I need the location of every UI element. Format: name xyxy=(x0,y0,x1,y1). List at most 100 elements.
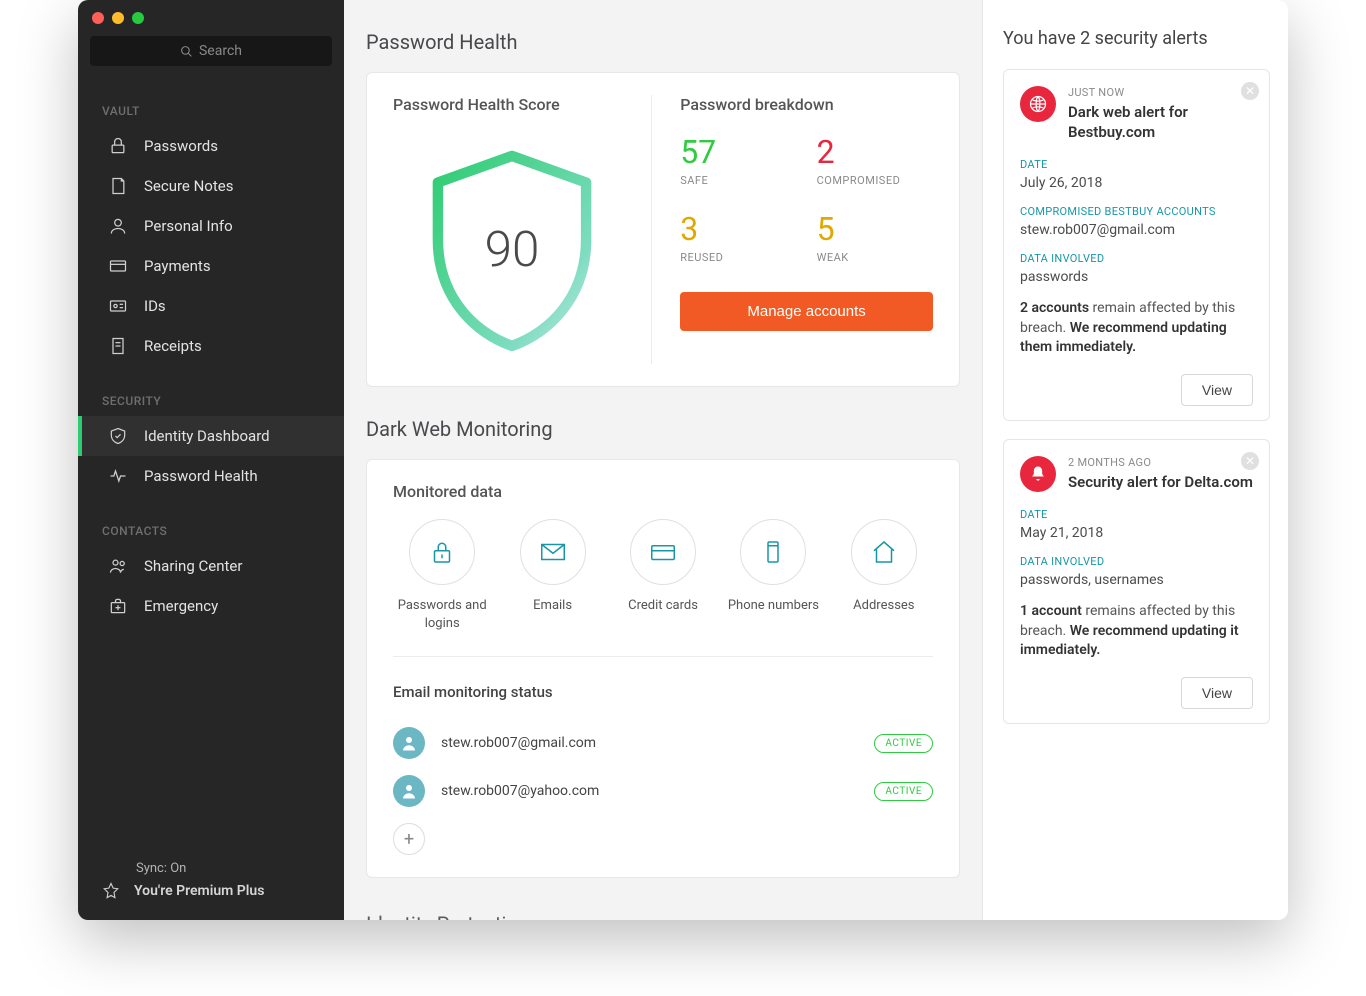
close-window-button[interactable] xyxy=(92,12,104,24)
person-icon xyxy=(400,782,418,800)
sidebar-item-payments[interactable]: Payments xyxy=(78,246,344,286)
alert-time: 2 MONTHS AGO xyxy=(1068,456,1253,469)
card-icon xyxy=(108,256,128,276)
alert-subject: Security alert for Delta.com xyxy=(1068,473,1253,493)
sidebar-item-label: Password Health xyxy=(144,467,258,485)
password-health-card: Password Health Score xyxy=(366,72,960,387)
alert-time: JUST NOW xyxy=(1068,86,1253,99)
close-icon[interactable]: ✕ xyxy=(1241,82,1259,100)
sidebar-item-secure-notes[interactable]: Secure Notes xyxy=(78,166,344,206)
mon-item-phone: Phone numbers xyxy=(724,519,822,632)
nav-header-security: SECURITY xyxy=(78,384,344,416)
minimize-window-button[interactable] xyxy=(112,12,124,24)
sidebar-item-label: Personal Info xyxy=(144,217,233,235)
star-icon xyxy=(102,882,120,900)
view-button[interactable]: View xyxy=(1181,374,1253,406)
sidebar-item-emergency[interactable]: Emergency xyxy=(78,586,344,626)
monitored-data-row: Passwords and logins Emails Credit cards… xyxy=(393,519,933,657)
alert-compromised-label: COMPROMISED BESTBUY ACCOUNTS xyxy=(1020,205,1253,218)
nav-header-vault: VAULT xyxy=(78,94,344,126)
content-column: Password Health Password Health Score xyxy=(344,0,982,920)
sidebar-item-password-health[interactable]: Password Health xyxy=(78,456,344,496)
add-email-button[interactable]: + xyxy=(393,823,425,855)
sidebar-item-identity-dashboard[interactable]: Identity Dashboard xyxy=(78,416,344,456)
nav-section-security: SECURITY Identity Dashboard Password Hea… xyxy=(78,372,344,502)
breakdown-reused: 3 REUSED xyxy=(680,213,796,264)
person-icon xyxy=(400,734,418,752)
breakdown-reused-label: REUSED xyxy=(680,251,796,264)
avatar xyxy=(393,775,425,807)
breakdown-safe-label: SAFE xyxy=(680,174,796,187)
search-input[interactable]: Search xyxy=(90,36,332,66)
search-placeholder: Search xyxy=(199,43,242,59)
window-controls xyxy=(78,0,344,30)
sidebar-item-receipts[interactable]: Receipts xyxy=(78,326,344,366)
dark-web-icon xyxy=(1020,86,1056,122)
alert-date: May 21, 2018 xyxy=(1020,525,1253,541)
nav-header-contacts: CONTACTS xyxy=(78,514,344,546)
sidebar-item-label: Receipts xyxy=(144,337,202,355)
alert-subject: Dark web alert for Bestbuy.com xyxy=(1068,103,1253,142)
password-breakdown-panel: Password breakdown 57 SAFE 2 COMPROMISED xyxy=(652,95,933,364)
manage-accounts-button[interactable]: Manage accounts xyxy=(680,292,933,331)
receipt-icon xyxy=(108,336,128,356)
alerts-panel: You have 2 security alerts ✕ JUST NOW Da… xyxy=(982,0,1288,920)
mon-item-credit-cards: Credit cards xyxy=(614,519,712,632)
phone-icon xyxy=(758,537,788,567)
mon-item-addresses: Addresses xyxy=(835,519,933,632)
sidebar-item-sharing-center[interactable]: Sharing Center xyxy=(78,546,344,586)
alert-msg-count: 2 accounts xyxy=(1020,300,1089,316)
email-address: stew.rob007@yahoo.com xyxy=(441,783,858,799)
health-score-value: 90 xyxy=(485,221,540,279)
people-icon xyxy=(108,556,128,576)
mon-circle xyxy=(520,519,586,585)
alert-data-label: DATA INVOLVED xyxy=(1020,252,1253,265)
breakdown-compromised-label: COMPROMISED xyxy=(817,174,933,187)
status-badge: ACTIVE xyxy=(874,734,933,753)
mon-label: Credit cards xyxy=(614,597,712,615)
email-row: stew.rob007@gmail.com ACTIVE xyxy=(393,719,933,767)
sidebar: Search VAULT Passwords Secure Notes Pers… xyxy=(78,0,344,920)
breakdown-safe: 57 SAFE xyxy=(680,136,796,187)
shield-icon xyxy=(108,426,128,446)
section-title-identity-protection: Identity Protection xyxy=(366,908,960,920)
mon-circle xyxy=(740,519,806,585)
breakdown-compromised: 2 COMPROMISED xyxy=(817,136,933,187)
note-icon xyxy=(108,176,128,196)
alert-date-label: DATE xyxy=(1020,158,1253,171)
alert-msg-count: 1 account xyxy=(1020,603,1082,619)
shield-icon: 90 xyxy=(417,144,607,354)
id-icon xyxy=(108,296,128,316)
home-icon xyxy=(869,537,899,567)
mon-item-passwords: Passwords and logins xyxy=(393,519,491,632)
bell-icon xyxy=(1020,456,1056,492)
mon-item-emails: Emails xyxy=(503,519,601,632)
alert-date-label: DATE xyxy=(1020,508,1253,521)
kit-icon xyxy=(108,596,128,616)
mon-circle xyxy=(409,519,475,585)
sidebar-item-personal-info[interactable]: Personal Info xyxy=(78,206,344,246)
dark-web-card: Monitored data Passwords and logins Emai… xyxy=(366,459,960,878)
pulse-icon xyxy=(108,466,128,486)
health-score-title: Password Health Score xyxy=(393,95,631,114)
view-button[interactable]: View xyxy=(1181,677,1253,709)
search-wrap: Search xyxy=(78,30,344,82)
section-title-dark-web: Dark Web Monitoring xyxy=(366,417,960,441)
breakdown-safe-num: 57 xyxy=(680,136,796,168)
breakdown-title: Password breakdown xyxy=(680,95,933,114)
alert-data: passwords xyxy=(1020,269,1253,285)
monitored-data-title: Monitored data xyxy=(393,482,933,501)
alert-message: 1 account remains affected by this breac… xyxy=(1020,602,1253,661)
lock-icon xyxy=(108,136,128,156)
sidebar-item-ids[interactable]: IDs xyxy=(78,286,344,326)
card-icon xyxy=(648,537,678,567)
nav-section-vault: VAULT Passwords Secure Notes Personal In… xyxy=(78,82,344,372)
maximize-window-button[interactable] xyxy=(132,12,144,24)
breakdown-weak: 5 WEAK xyxy=(817,213,933,264)
mon-label: Addresses xyxy=(835,597,933,615)
section-title-password-health: Password Health xyxy=(366,30,960,54)
sidebar-item-passwords[interactable]: Passwords xyxy=(78,126,344,166)
close-icon[interactable]: ✕ xyxy=(1241,452,1259,470)
sidebar-item-label: Passwords xyxy=(144,137,218,155)
nav-section-contacts: CONTACTS Sharing Center Emergency xyxy=(78,502,344,632)
